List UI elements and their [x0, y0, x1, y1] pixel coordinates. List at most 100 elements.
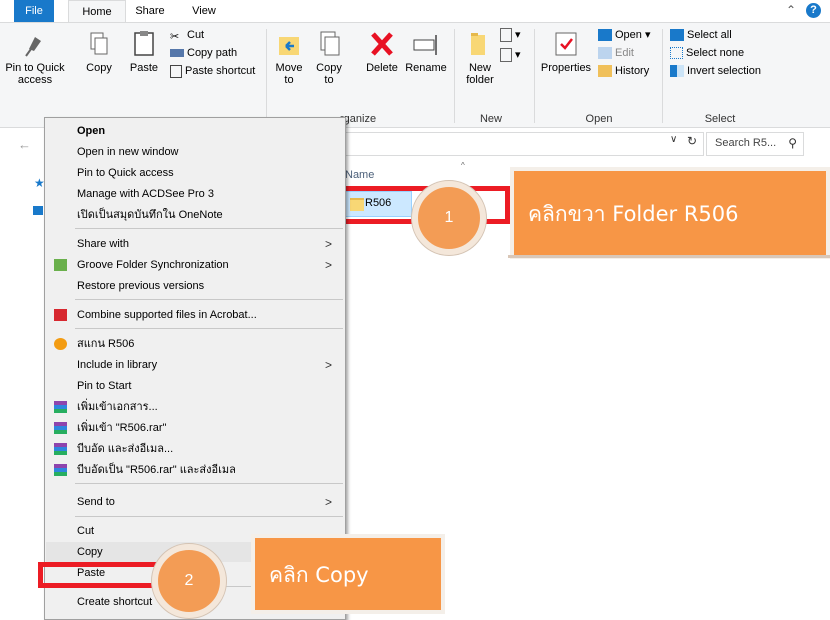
paste-button[interactable]: Paste — [124, 29, 164, 74]
menu-separator — [75, 516, 343, 517]
menu-item-include-library[interactable]: Include in library > — [46, 355, 344, 375]
address-bar[interactable] — [340, 132, 704, 156]
menu-item-send-to[interactable]: Send to > — [46, 492, 344, 512]
step-badge-2: 2 — [152, 544, 226, 618]
column-header-name[interactable]: Name — [345, 169, 374, 181]
tab-view[interactable]: View — [186, 2, 222, 20]
tab-share[interactable]: Share — [132, 2, 168, 20]
submenu-arrow-icon: > — [324, 358, 332, 372]
new-item-icon — [500, 28, 512, 43]
menu-item-open[interactable]: Open — [46, 121, 344, 141]
pin-label: Pin to Quick access — [5, 62, 65, 86]
menu-item-label: Pin to Start — [77, 380, 132, 392]
paste-shortcut-icon — [170, 64, 182, 78]
menu-item-label: Open — [77, 125, 106, 137]
open-group-label: Open — [585, 113, 613, 125]
menu-item-acdsee[interactable]: Manage with ACDSee Pro 3 — [46, 184, 344, 204]
menu-separator — [75, 228, 343, 229]
delete-icon — [371, 32, 393, 56]
menu-item-scan[interactable]: สแกน R506 — [46, 334, 344, 354]
new-folder-button[interactable]: New folder — [460, 29, 500, 86]
help-icon[interactable]: ? — [806, 3, 821, 18]
new-folder-label: New folder — [466, 62, 494, 86]
copy-to-button[interactable]: Copy to — [312, 29, 346, 86]
menu-item-winrar-compress-email[interactable]: บีบอัด และส่งอีเมล... — [46, 439, 344, 459]
refresh-icon[interactable]: ↻ — [687, 134, 697, 148]
search-icon: ⚲ — [788, 136, 797, 150]
new-item-button[interactable]: ▾ — [500, 27, 521, 43]
menu-item-restore-versions[interactable]: Restore previous versions — [46, 276, 344, 296]
menu-item-label: Combine supported files in Acrobat... — [77, 309, 257, 321]
chevron-down-icon[interactable]: ∨ — [670, 134, 677, 145]
submenu-arrow-icon: > — [324, 258, 332, 272]
search-input[interactable]: Search R5... ⚲ — [706, 132, 804, 156]
menu-separator — [75, 299, 343, 300]
sort-indicator-icon: ^ — [461, 161, 465, 170]
cut-label: Cut — [187, 29, 205, 41]
callout-step-1: คลิกขวา Folder R506 — [510, 167, 830, 259]
tab-file[interactable]: File — [14, 0, 54, 22]
properties-label: Properties — [540, 62, 592, 74]
menu-item-pin-quick-access[interactable]: Pin to Quick access — [46, 163, 344, 183]
edit-label: Edit — [615, 47, 634, 59]
paste-shortcut-button[interactable]: Paste shortcut — [170, 63, 255, 79]
select-all-button[interactable]: Select all — [670, 27, 732, 43]
edit-icon — [598, 47, 612, 60]
easy-access-button[interactable]: ▾ — [500, 47, 521, 63]
menu-item-groove[interactable]: Groove Folder Synchronization > — [46, 255, 344, 275]
menu-item-winrar-compress-rar-email[interactable]: บีบอัดเป็น "R506.rar" และส่งอีเมล — [46, 460, 344, 480]
select-none-icon — [670, 47, 683, 60]
pin-icon — [25, 37, 41, 57]
move-to-button[interactable]: Move to — [272, 29, 306, 86]
menu-item-open-new-window[interactable]: Open in new window — [46, 142, 344, 162]
paste-label: Paste — [129, 62, 159, 74]
menu-item-label: Restore previous versions — [77, 280, 205, 292]
menu-item-onenote[interactable]: เปิดเป็นสมุดบันทึกใน OneNote — [46, 205, 344, 225]
copy-path-label: Copy path — [187, 47, 238, 59]
new-folder-icon — [471, 33, 485, 55]
collapse-ribbon-icon[interactable]: ⌃ — [786, 3, 796, 17]
copy-label: Copy — [86, 62, 112, 74]
delete-label: Delete — [366, 62, 398, 74]
menu-item-label: Include in library — [77, 359, 158, 371]
paste-shortcut-label: Paste shortcut — [185, 65, 256, 77]
edit-button[interactable]: Edit — [598, 45, 634, 61]
menu-item-winrar-add[interactable]: เพิ่มเข้าเอกสาร... — [46, 397, 344, 417]
menu-item-label: บีบอัดเป็น "R506.rar" และส่งอีเมล — [77, 464, 236, 476]
rename-label: Rename — [405, 62, 447, 74]
menu-item-label: Send to — [77, 496, 115, 508]
select-group-label: Select — [704, 113, 736, 125]
copy-path-button[interactable]: Copy path — [170, 45, 237, 61]
menu-item-label: Pin to Quick access — [77, 167, 174, 179]
properties-button[interactable]: Properties — [538, 29, 594, 74]
pin-quick-access-button[interactable]: Pin to Quick access — [2, 29, 68, 86]
select-none-button[interactable]: Select none — [670, 45, 744, 61]
search-placeholder: Search R5... — [715, 137, 777, 149]
tab-home[interactable]: Home — [68, 0, 126, 23]
menu-item-winrar-add-rar[interactable]: เพิ่มเข้า "R506.rar" — [46, 418, 344, 438]
callout-underline — [508, 255, 830, 258]
history-button[interactable]: History — [598, 63, 649, 79]
callout-step-2: คลิก Copy — [251, 534, 445, 614]
invert-selection-label: Invert selection — [687, 65, 761, 77]
invert-selection-button[interactable]: Invert selection — [670, 63, 761, 79]
menu-item-pin-start[interactable]: Pin to Start — [46, 376, 344, 396]
nav-item-icon — [33, 206, 43, 215]
step-badge-1: 1 — [412, 181, 486, 255]
back-arrow-icon[interactable]: ← — [18, 137, 31, 152]
acrobat-icon — [54, 309, 67, 321]
menu-separator — [75, 328, 343, 329]
menu-item-share-with[interactable]: Share with > — [46, 234, 344, 254]
rename-button[interactable]: Rename — [404, 29, 448, 74]
menu-item-acrobat-combine[interactable]: Combine supported files in Acrobat... — [46, 305, 344, 325]
winrar-icon — [54, 464, 67, 476]
history-icon — [598, 65, 612, 78]
ribbon-divider — [534, 29, 535, 123]
rename-icon — [413, 35, 437, 55]
open-button[interactable]: Open ▾ — [598, 27, 651, 43]
cut-button[interactable]: ✂ Cut — [170, 27, 204, 43]
copy-button[interactable]: Copy — [82, 29, 116, 74]
new-group-label: New — [479, 113, 502, 125]
select-all-label: Select all — [687, 29, 732, 41]
delete-button[interactable]: Delete — [362, 29, 402, 74]
